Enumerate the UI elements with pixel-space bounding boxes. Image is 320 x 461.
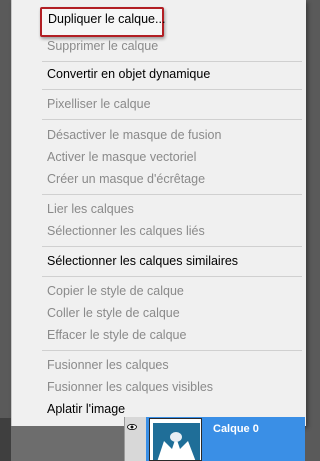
menu-separator: [42, 246, 302, 247]
eye-icon[interactable]: [127, 424, 137, 430]
menu-item-clear-layer-style[interactable]: Effacer le style de calque: [47, 327, 186, 343]
menu-item-convert-smart-object[interactable]: Convertir en objet dynamique: [47, 66, 210, 82]
layer-thumbnail[interactable]: [149, 418, 202, 461]
menu-item-rasterize-layer[interactable]: Pixelliser le calque: [47, 96, 151, 112]
menu-separator: [42, 194, 302, 195]
menu-item-disable-layer-mask[interactable]: Désactiver le masque de fusion: [47, 127, 221, 143]
menu-item-paste-layer-style[interactable]: Coller le style de calque: [47, 305, 180, 321]
menu-item-create-clipping-mask[interactable]: Créer un masque d'écrêtage: [47, 171, 205, 187]
menu-separator: [42, 119, 302, 120]
menu-item-delete-layer[interactable]: Supprimer le calque: [47, 38, 158, 54]
menu-item-select-similar-layers[interactable]: Sélectionner les calques similaires: [47, 253, 238, 269]
layer-name: Calque 0: [213, 423, 259, 435]
menu-item-merge-layers[interactable]: Fusionner les calques: [47, 357, 169, 373]
menu-separator: [42, 276, 302, 277]
menu-item-flatten-image[interactable]: Aplatir l'image: [47, 401, 125, 417]
panel-background: [11, 426, 124, 461]
layer-thumbnail-image: [150, 419, 201, 460]
menu-item-merge-visible[interactable]: Fusionner les calques visibles: [47, 379, 213, 395]
menu-item-select-linked-layers[interactable]: Sélectionner les calques liés: [47, 223, 205, 239]
menu-separator: [42, 61, 302, 62]
menu-separator: [42, 350, 302, 351]
menu-item-enable-vector-mask[interactable]: Activer le masque vectoriel: [47, 149, 196, 165]
panel-background: [0, 418, 11, 461]
menu-separator: [42, 89, 302, 90]
menu-item-duplicate-layer[interactable]: Dupliquer le calque...: [48, 11, 165, 27]
menu-item-copy-layer-style[interactable]: Copier le style de calque: [47, 283, 184, 299]
layer-context-menu: Dupliquer le calque... Supprimer le calq…: [11, 0, 306, 426]
menu-item-link-layers[interactable]: Lier les calques: [47, 201, 134, 217]
